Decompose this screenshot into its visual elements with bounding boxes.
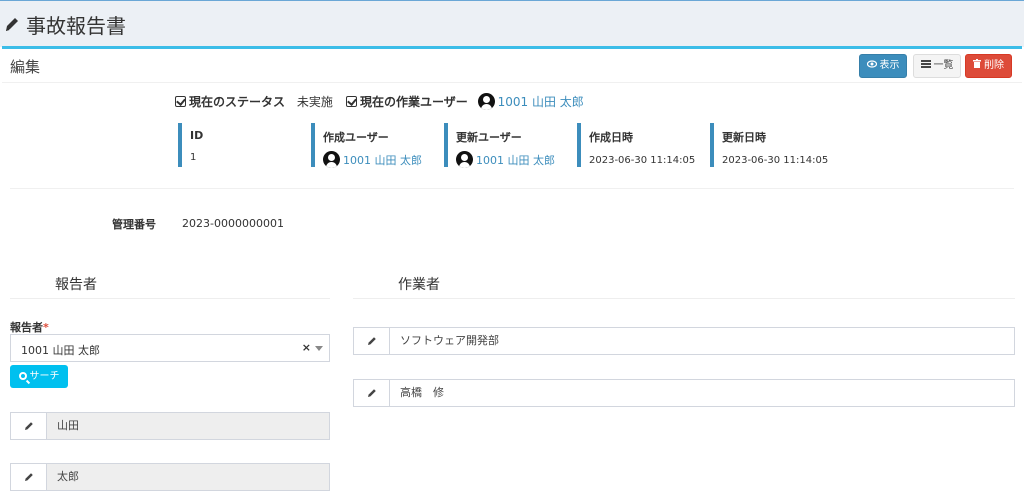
delete-button-label: 削除 (984, 60, 1004, 71)
info-updated-user: 更新ユーザー 1001 山田 太郎 (444, 123, 555, 168)
worker-name-group: 高橋 修 (353, 379, 1015, 407)
worker-label: 現在の作業ユーザー (360, 95, 468, 109)
info-label: ID (190, 129, 204, 142)
worker-section-divider (353, 298, 1015, 299)
box-title: 編集 (10, 58, 41, 76)
info-label: 作成ユーザー (323, 131, 389, 144)
pencil-icon (24, 422, 33, 430)
search-button-label: サーチ (29, 371, 60, 382)
page-title: 事故報告書 (26, 14, 126, 38)
reporter-select[interactable]: 1001 山田 太郎 × (10, 334, 330, 362)
pencil-icon (367, 337, 376, 345)
info-created-user: 作成ユーザー 1001 山田 太郎 (311, 123, 422, 168)
edit-addon[interactable] (354, 328, 390, 354)
reporter-last-name-group: 山田 (10, 412, 330, 440)
list-icon (920, 55, 931, 77)
status-label: 現在のステータス (189, 95, 286, 109)
reporter-first-name-field: 太郎 (47, 464, 329, 490)
worker-department-field[interactable]: ソフトウェア開発部 (390, 328, 1014, 354)
view-button[interactable]: 表示 (859, 54, 907, 78)
eye-icon (866, 55, 877, 77)
user-avatar-icon (456, 151, 473, 168)
search-icon (18, 372, 27, 380)
required-mark: * (43, 321, 49, 334)
reporter-select-value: 1001 山田 太郎 (21, 344, 100, 357)
reporter-section-divider (10, 298, 330, 299)
info-label: 更新日時 (722, 131, 766, 144)
edit-box: 編集 表示 一覧 削除 現在のステータス 未実施 現在の作業ユーザー 1001 … (2, 46, 1022, 500)
header-divider (2, 82, 1022, 83)
edit-addon[interactable] (354, 380, 390, 406)
info-created-at: 作成日時 2023-06-30 11:14:05 (577, 123, 695, 167)
clear-icon[interactable]: × (302, 341, 311, 354)
edit-addon[interactable] (11, 413, 47, 439)
management-number-value: 2023-0000000001 (182, 217, 284, 230)
user-avatar-icon (323, 151, 340, 168)
reporter-last-name-field: 山田 (47, 413, 329, 439)
worker-name-field[interactable]: 高橋 修 (390, 380, 1014, 406)
info-id: ID 1 (178, 123, 203, 167)
management-number-label: 管理番号 (112, 218, 156, 231)
divider (10, 188, 1014, 189)
chevron-down-icon[interactable] (315, 346, 323, 351)
check-square-icon (346, 96, 357, 107)
user-avatar-icon (477, 93, 495, 110)
worker-section-title: 作業者 (398, 277, 440, 293)
updated-user-link[interactable]: 1001 山田 太郎 (476, 154, 555, 167)
view-button-label: 表示 (879, 60, 900, 71)
delete-button[interactable]: 削除 (965, 54, 1012, 78)
info-label: 更新ユーザー (456, 131, 522, 144)
edit-addon[interactable] (11, 464, 47, 490)
current-worker-link[interactable]: 1001 山田 太郎 (498, 95, 584, 109)
info-label: 作成日時 (589, 131, 633, 144)
info-value: 2023-06-30 11:14:05 (722, 155, 829, 166)
reporter-first-name-group: 太郎 (10, 463, 330, 491)
reporter-section-title: 報告者 (55, 277, 97, 293)
current-worker: 現在の作業ユーザー 1001 山田 太郎 (346, 93, 584, 113)
created-user-link[interactable]: 1001 山田 太郎 (343, 154, 422, 167)
pencil-icon (6, 18, 18, 31)
list-button[interactable]: 一覧 (913, 54, 961, 78)
search-button[interactable]: サーチ (10, 365, 68, 388)
pencil-icon (367, 389, 376, 397)
current-status: 現在のステータス 未実施 (175, 93, 333, 113)
worker-department-group: ソフトウェア開発部 (353, 327, 1015, 355)
check-square-icon (175, 96, 186, 107)
info-value: 2023-06-30 11:14:05 (589, 155, 696, 166)
info-updated-at: 更新日時 2023-06-30 11:14:05 (710, 123, 828, 167)
info-value: 1 (190, 152, 197, 163)
trash-icon (973, 55, 981, 77)
page-header: 事故報告書 (0, 0, 1024, 47)
list-button-label: 一覧 (933, 60, 954, 71)
pencil-icon (24, 473, 33, 481)
status-value: 未実施 (296, 95, 333, 109)
reporter-field-label: 報告者* (10, 321, 49, 334)
